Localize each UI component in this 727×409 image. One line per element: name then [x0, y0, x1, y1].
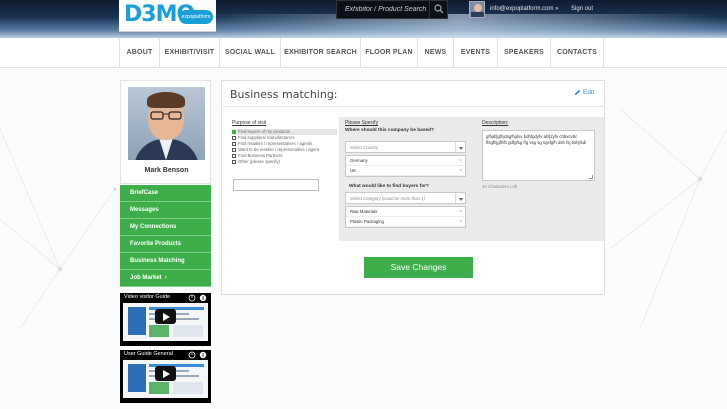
nav-exhibit-visit[interactable]: EXHIBIT/VISIT	[159, 38, 219, 68]
video-visitor-guide[interactable]: Video visitor Guide	[120, 293, 211, 346]
remove-icon[interactable]: ×	[459, 217, 462, 227]
sidebar-item-messages[interactable]: Messages	[120, 202, 211, 219]
sidebar-item-business-matching[interactable]: Business Matching	[120, 253, 211, 270]
checkbox[interactable]	[232, 160, 236, 164]
nav-news[interactable]: NEWS	[417, 38, 453, 68]
list-item: Plastic Packaging ×	[346, 217, 465, 227]
purpose-heading: Purpose of visit	[232, 120, 267, 126]
country-select[interactable]: Select Country	[345, 141, 466, 153]
list-item: Germany ×	[346, 156, 465, 166]
profile-card: Mark Benson	[120, 80, 211, 184]
clock-icon	[188, 351, 196, 359]
header-decoration	[200, 14, 720, 38]
video-header-icons	[188, 351, 207, 359]
characters-left: 44 Characters Left	[482, 184, 518, 189]
remove-icon[interactable]: ×	[459, 166, 462, 176]
please-specify-heading: Please Specify	[345, 120, 379, 126]
checkbox[interactable]	[232, 154, 236, 158]
list-item: Raw Materials ×	[346, 207, 465, 217]
purpose-list: Find buyers of my products Find supplier…	[232, 129, 337, 165]
buyers-question: What would like to find buyers for?	[349, 184, 429, 189]
nav-about[interactable]: ABOUT	[119, 38, 159, 68]
selected-countries: Germany × UK ×	[345, 155, 466, 177]
user-email-link[interactable]: info@expoplatform.com »	[490, 6, 558, 12]
main-nav: ABOUT EXHIBIT/VISIT SOCIAL WALL EXHIBITO…	[0, 38, 727, 68]
video-header-icons	[188, 294, 207, 302]
chevron-down-icon	[455, 193, 465, 203]
play-icon[interactable]	[155, 366, 176, 381]
video-title: Video visitor Guide	[124, 294, 171, 300]
nav-contacts[interactable]: CONTACTS	[550, 38, 604, 68]
checkbox[interactable]	[232, 130, 236, 134]
chevron-right-icon: ›	[164, 275, 167, 281]
nav-exhibitor-search[interactable]: EXHIBITOR SEARCH	[280, 38, 360, 68]
description-label: Description:	[482, 120, 509, 126]
profile-name: Mark Benson	[144, 167, 189, 174]
play-icon[interactable]	[155, 309, 176, 324]
sidebar-item-favorite-products[interactable]: Favorite Products	[120, 236, 211, 253]
category-select[interactable]: Select Category (could be more than 1)	[345, 192, 466, 204]
video-user-guide[interactable]: User Guide General	[120, 350, 211, 403]
nav-events[interactable]: EVENTS	[453, 38, 497, 68]
checkbox[interactable]	[232, 142, 236, 146]
clock-icon	[188, 294, 196, 302]
purpose-option[interactable]: Other (please specify)	[232, 159, 332, 165]
checkbox[interactable]	[232, 148, 236, 152]
search-input[interactable]	[337, 1, 430, 18]
logo-badge: expoplatform	[179, 10, 213, 24]
nav-speakers[interactable]: SPEAKERS	[497, 38, 550, 68]
checkbox[interactable]	[232, 136, 236, 140]
other-purpose-input[interactable]	[233, 179, 319, 191]
chevron-down-icon	[455, 142, 465, 152]
info-icon	[199, 294, 207, 302]
search-bar	[336, 0, 448, 19]
business-matching-panel: Business matching: Edit Purpose of visit…	[221, 80, 605, 295]
sidebar-item-job-market[interactable]: Job Market ›	[120, 270, 211, 287]
remove-icon[interactable]: ×	[459, 156, 462, 166]
video-title: User Guide General	[124, 351, 173, 357]
sidebar-menu: BriefCase Messages My Connections Favori…	[120, 185, 211, 287]
sidebar: Mark Benson BriefCase Messages My Connec…	[120, 80, 211, 405]
divider	[222, 106, 604, 107]
user-avatar[interactable]	[469, 1, 485, 18]
sidebar-item-briefcase[interactable]: BriefCase	[120, 185, 211, 202]
resize-handle[interactable]	[589, 175, 593, 179]
site-header: D3MO expoplatform info@expoplatform.com …	[0, 0, 727, 38]
nav-floor-plan[interactable]: FLOOR PLAN	[360, 38, 417, 68]
logo[interactable]: D3MO expoplatform	[119, 0, 216, 32]
description-textarea[interactable]: gfhjdfjgfhjdsgfhjdsv bdhfgdyfv ahfjzyfv …	[482, 130, 595, 181]
profile-photo	[128, 87, 205, 160]
save-changes-button[interactable]: Save Changes	[364, 257, 473, 278]
search-button[interactable]	[429, 1, 447, 18]
sidebar-item-my-connections[interactable]: My Connections	[120, 219, 211, 236]
selected-categories: Raw Materials × Plastic Packaging ×	[345, 206, 466, 228]
search-icon	[434, 4, 444, 14]
info-icon	[199, 351, 207, 359]
location-question: Where should this company be based?	[345, 128, 435, 133]
edit-link[interactable]: Edit	[574, 89, 594, 96]
remove-icon[interactable]: ×	[459, 207, 462, 217]
pencil-icon	[574, 89, 581, 96]
signout-link[interactable]: Sign out	[571, 6, 593, 12]
page-title: Business matching:	[230, 88, 338, 101]
nav-social-wall[interactable]: SOCIAL WALL	[219, 38, 280, 68]
list-item: UK ×	[346, 166, 465, 176]
